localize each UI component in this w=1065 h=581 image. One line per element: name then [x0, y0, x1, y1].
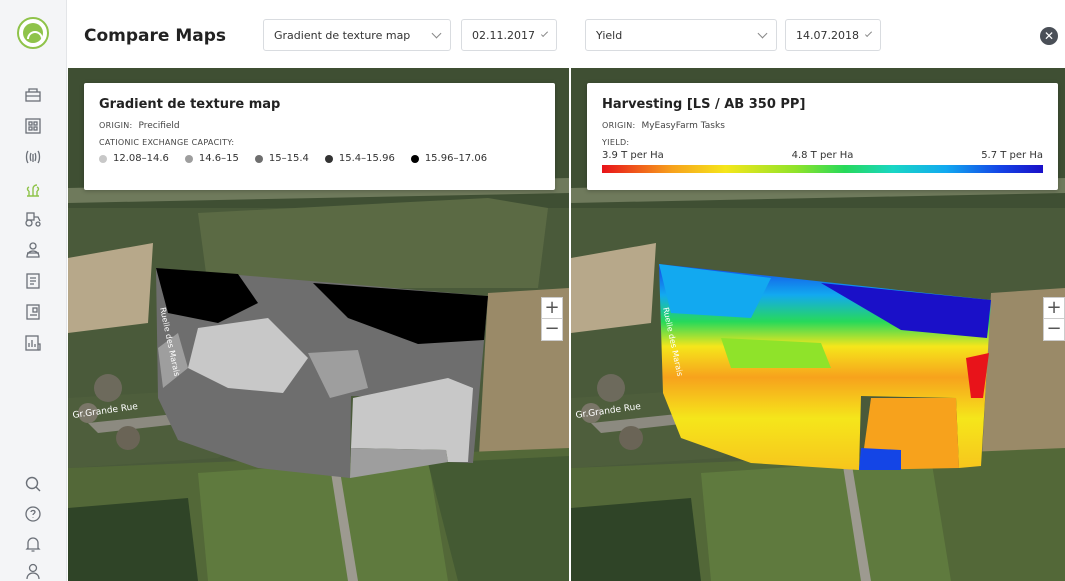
legend-swatch	[99, 154, 107, 163]
notes-icon[interactable]	[24, 272, 42, 290]
chevron-down-icon	[540, 29, 549, 37]
left-zoom-controls: + −	[541, 297, 563, 341]
legend-label: 14.6–15	[198, 153, 239, 164]
right-date-select[interactable]: 14.07.2018	[785, 19, 881, 51]
legend-swatch	[410, 154, 419, 163]
legend-subtitle: YIELD:	[602, 138, 630, 147]
yield-min-label: 3.9 T per Ha	[602, 150, 664, 161]
origin-key: ORIGIN:	[99, 121, 133, 130]
legend-label: 15.4–15.96	[338, 153, 395, 164]
satellite-map-icon[interactable]	[24, 86, 42, 104]
search-icon[interactable]	[24, 475, 42, 493]
bell-icon[interactable]	[24, 535, 42, 553]
origin-value: MyEasyFarm Tasks	[641, 121, 725, 131]
left-date-select-value: 02.11.2017	[472, 28, 535, 42]
legend-label: 15.96–17.06	[424, 153, 488, 164]
right-layer-select-value: Yield	[596, 28, 623, 42]
legend-label: 12.08–14.6	[113, 153, 169, 164]
close-icon[interactable]: ✕	[1040, 27, 1058, 45]
legend-item: 15.96–17.06	[410, 153, 488, 164]
legend-swatch	[184, 154, 193, 163]
chart-icon[interactable]	[24, 334, 42, 352]
yield-mid-label: 4.8 T per Ha	[791, 150, 854, 161]
help-icon[interactable]	[24, 505, 42, 523]
left-layer-select-value: Gradient de texture map	[274, 28, 411, 42]
legend-item: 14.6–15	[184, 153, 239, 164]
left-map[interactable]: Ruelle des Marais Gr.Grande Rue Gradient…	[68, 68, 569, 581]
legend-title: Gradient de texture map	[99, 97, 281, 112]
right-legend-card: Harvesting [LS / AB 350 PP] ORIGIN: MyEa…	[587, 83, 1058, 190]
yield-color-scale	[602, 165, 1043, 173]
chevron-down-icon	[431, 28, 442, 38]
right-layer-select[interactable]: Yield	[585, 19, 777, 51]
legend-label: 15–15.4	[268, 153, 309, 164]
zoom-out-button[interactable]: −	[541, 319, 563, 341]
chevron-down-icon	[864, 29, 873, 37]
legend-item: 15–15.4	[254, 153, 309, 164]
zoom-in-button[interactable]: +	[1043, 297, 1065, 319]
legend-origin: ORIGIN: MyEasyFarm Tasks	[602, 121, 1043, 131]
legend-item: 15.4–15.96	[324, 153, 395, 164]
chevron-down-icon	[757, 28, 768, 38]
crop-map-icon[interactable]	[24, 180, 42, 198]
app-logo[interactable]	[17, 17, 49, 49]
legend-item: 12.08–14.6	[99, 153, 169, 164]
yield-max-label: 5.7 T per Ha	[981, 150, 1043, 161]
grid-map-icon[interactable]	[24, 117, 42, 135]
left-date-select[interactable]: 02.11.2017	[461, 19, 557, 51]
tractor-icon[interactable]	[24, 210, 42, 228]
legend-subtitle: CATIONIC EXCHANGE CAPACITY:	[99, 138, 235, 147]
page-title: Compare Maps	[84, 26, 227, 46]
origin-value: Precifield	[138, 121, 180, 131]
yield-scale-labels: 3.9 T per Ha 4.8 T per Ha 5.7 T per Ha	[602, 150, 1043, 163]
user-group-icon[interactable]	[24, 241, 42, 259]
header-bar: Compare Maps Gradient de texture map 02.…	[68, 0, 1065, 68]
zoom-in-button[interactable]: +	[541, 297, 563, 319]
legend-origin: ORIGIN: Precifield	[99, 121, 540, 131]
left-layer-select[interactable]: Gradient de texture map	[263, 19, 451, 51]
sensor-icon[interactable]	[24, 148, 42, 166]
profile-icon[interactable]	[24, 562, 42, 580]
right-map[interactable]: Ruelle des Marais Gr.Grande Rue Harvesti…	[571, 68, 1065, 581]
left-legend-card: Gradient de texture map ORIGIN: Precifie…	[84, 83, 555, 190]
right-zoom-controls: + −	[1043, 297, 1065, 341]
legend-swatch	[254, 154, 263, 163]
origin-key: ORIGIN:	[602, 121, 636, 130]
right-date-select-value: 14.07.2018	[796, 28, 859, 42]
legend-title: Harvesting [LS / AB 350 PP]	[602, 97, 806, 112]
zoom-out-button[interactable]: −	[1043, 319, 1065, 341]
sidebar	[0, 0, 67, 581]
legend-items: 12.08–14.6 14.6–15 15–15.4 15.4–15.96 15…	[99, 153, 540, 164]
document-icon[interactable]	[24, 303, 42, 321]
legend-swatch	[324, 154, 333, 163]
